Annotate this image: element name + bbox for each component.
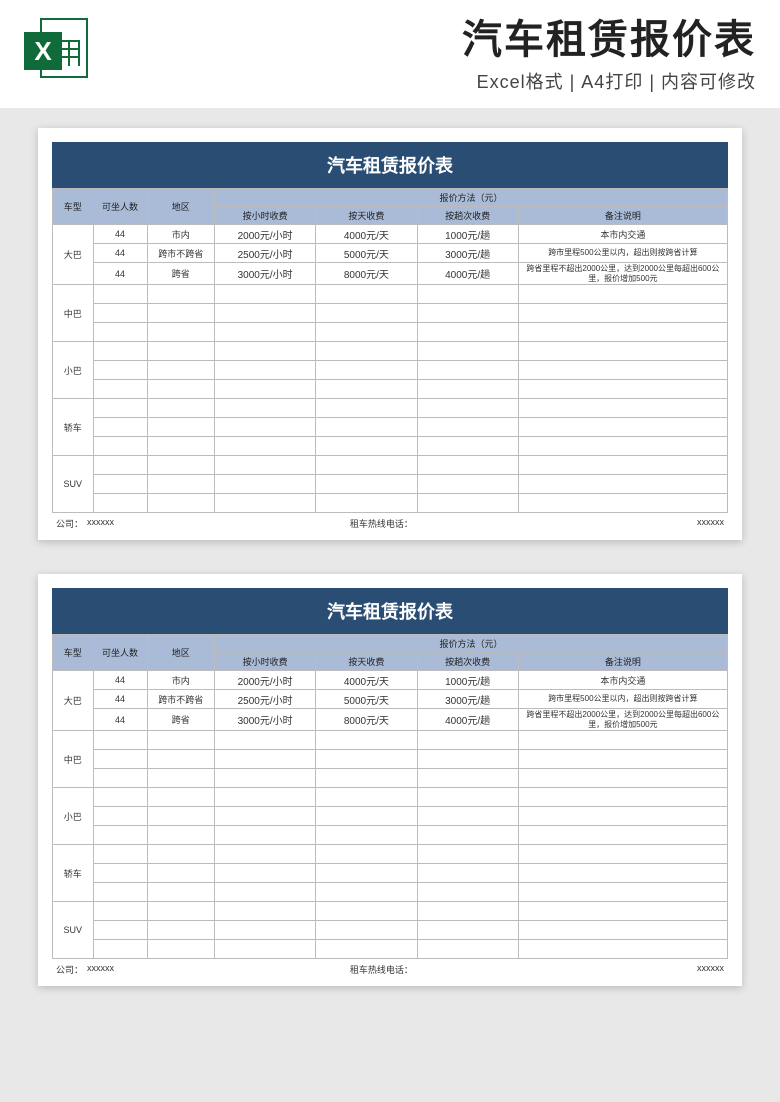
table-row: 44 跨省 3000元/小时 8000元/天 4000元/趟 跨省里程不超出20… bbox=[53, 709, 728, 731]
company-value: xxxxxx bbox=[87, 517, 114, 530]
table-row: 小巴 bbox=[53, 788, 728, 807]
table-row bbox=[53, 494, 728, 513]
table-row: 小巴 bbox=[53, 342, 728, 361]
table-row bbox=[53, 418, 728, 437]
table-row bbox=[53, 323, 728, 342]
col-seats: 可坐人数 bbox=[93, 189, 147, 225]
table-row bbox=[53, 769, 728, 788]
col-area: 地区 bbox=[147, 635, 215, 671]
table-row: 大巴 44 市内 2000元/小时 4000元/天 1000元/趟 本市内交通 bbox=[53, 225, 728, 244]
table-row bbox=[53, 437, 728, 456]
company-label: 公司： bbox=[56, 517, 83, 530]
table-row: 轿车 bbox=[53, 845, 728, 864]
quote-table: 车型 可坐人数 地区 报价方法（元） 按小时收费 按天收费 按趟次收费 备注说明… bbox=[52, 634, 728, 959]
table-row: 大巴 44 市内 2000元/小时 4000元/天 1000元/趟 本市内交通 bbox=[53, 671, 728, 690]
sheet-footer: 公司： xxxxxx 租车热线电话： xxxxxx bbox=[52, 517, 728, 530]
col-vehicle-type: 车型 bbox=[53, 635, 94, 671]
hotline-value: xxxxxx bbox=[697, 963, 724, 976]
col-by-hour: 按小时收费 bbox=[215, 653, 316, 671]
col-seats: 可坐人数 bbox=[93, 635, 147, 671]
table-row bbox=[53, 361, 728, 380]
table-row bbox=[53, 807, 728, 826]
col-vehicle-type: 车型 bbox=[53, 189, 94, 225]
excel-icon: X bbox=[24, 18, 88, 82]
table-row bbox=[53, 304, 728, 323]
page-title: 汽车租赁报价表 bbox=[106, 18, 756, 62]
hotline-label: 租车热线电话： bbox=[350, 517, 413, 530]
table-row bbox=[53, 940, 728, 959]
col-method-group: 报价方法（元） bbox=[215, 189, 728, 207]
table-row bbox=[53, 750, 728, 769]
col-area: 地区 bbox=[147, 189, 215, 225]
col-by-day: 按天收费 bbox=[316, 653, 417, 671]
table-row: 中巴 bbox=[53, 731, 728, 750]
sheet-title: 汽车租赁报价表 bbox=[52, 142, 728, 188]
table-row: 44 跨市不跨省 2500元/小时 5000元/天 3000元/趟 跨市里程50… bbox=[53, 690, 728, 709]
table-row bbox=[53, 826, 728, 845]
sheet-title: 汽车租赁报价表 bbox=[52, 588, 728, 634]
sheet-footer: 公司： xxxxxx 租车热线电话： xxxxxx bbox=[52, 963, 728, 976]
cell-vehicle-type: 大巴 bbox=[53, 671, 94, 731]
preview-area: 汽车租赁报价表 车型 可坐人数 地区 报价方法（元） 按小时收费 按天收费 按趟… bbox=[0, 108, 780, 1016]
hotline-value: xxxxxx bbox=[697, 517, 724, 530]
spreadsheet-preview: 汽车租赁报价表 车型 可坐人数 地区 报价方法（元） 按小时收费 按天收费 按趟… bbox=[38, 128, 742, 540]
cell-vehicle-type: 大巴 bbox=[53, 225, 94, 285]
company-value: xxxxxx bbox=[87, 963, 114, 976]
table-row bbox=[53, 883, 728, 902]
col-by-hour: 按小时收费 bbox=[215, 207, 316, 225]
table-row: SUV bbox=[53, 902, 728, 921]
col-remark: 备注说明 bbox=[518, 207, 727, 225]
company-label: 公司： bbox=[56, 963, 83, 976]
table-row: SUV bbox=[53, 456, 728, 475]
col-by-trip: 按趟次收费 bbox=[417, 207, 518, 225]
page-header: X 汽车租赁报价表 Excel格式 | A4打印 | 内容可修改 bbox=[0, 0, 780, 108]
table-row: 中巴 bbox=[53, 285, 728, 304]
quote-table: 车型 可坐人数 地区 报价方法（元） 按小时收费 按天收费 按趟次收费 备注说明… bbox=[52, 188, 728, 513]
table-row bbox=[53, 864, 728, 883]
table-row bbox=[53, 921, 728, 940]
table-row bbox=[53, 380, 728, 399]
col-by-day: 按天收费 bbox=[316, 207, 417, 225]
hotline-label: 租车热线电话： bbox=[350, 963, 413, 976]
page-subtitle: Excel格式 | A4打印 | 内容可修改 bbox=[106, 68, 756, 94]
table-row bbox=[53, 475, 728, 494]
spreadsheet-preview: 汽车租赁报价表 车型 可坐人数 地区 报价方法（元） 按小时收费 按天收费 按趟… bbox=[38, 574, 742, 986]
col-remark: 备注说明 bbox=[518, 653, 727, 671]
table-row: 44 跨市不跨省 2500元/小时 5000元/天 3000元/趟 跨市里程50… bbox=[53, 244, 728, 263]
col-method-group: 报价方法（元） bbox=[215, 635, 728, 653]
col-by-trip: 按趟次收费 bbox=[417, 653, 518, 671]
table-row: 轿车 bbox=[53, 399, 728, 418]
table-row: 44 跨省 3000元/小时 8000元/天 4000元/趟 跨省里程不超出20… bbox=[53, 263, 728, 285]
